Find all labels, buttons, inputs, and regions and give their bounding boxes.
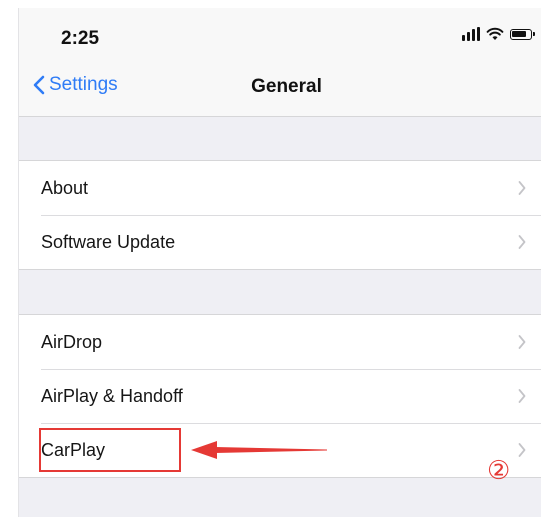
- row-label: Software Update: [41, 231, 176, 252]
- settings-group-1: About Software Update: [19, 160, 541, 270]
- row-airplay-handoff[interactable]: AirPlay & Handoff: [19, 369, 541, 423]
- wifi-icon: [486, 27, 504, 40]
- signal-icon: [462, 27, 480, 41]
- row-label: AirPlay & Handoff: [41, 385, 183, 406]
- chevron-right-icon: [518, 335, 526, 349]
- top-bar: 2:25 Settings General: [19, 8, 541, 117]
- page-title: General: [251, 76, 322, 97]
- chevron-right-icon: [518, 443, 526, 457]
- status-icons: [462, 27, 535, 41]
- row-airdrop[interactable]: AirDrop: [19, 315, 541, 369]
- row-about[interactable]: About: [19, 161, 541, 215]
- row-software-update[interactable]: Software Update: [19, 215, 541, 269]
- battery-icon: [510, 28, 535, 40]
- status-time: 2:25: [61, 28, 100, 49]
- settings-screen: 2:25 Settings General About Software Upd…: [18, 8, 541, 517]
- step-marker: ②: [487, 456, 511, 486]
- row-label: About: [41, 177, 89, 198]
- carplay-highlight-box: [39, 428, 181, 472]
- chevron-right-icon: [518, 235, 526, 249]
- row-label: AirDrop: [41, 331, 103, 352]
- chevron-right-icon: [518, 389, 526, 403]
- arrow-left-icon: [191, 441, 327, 459]
- chevron-right-icon: [518, 181, 526, 195]
